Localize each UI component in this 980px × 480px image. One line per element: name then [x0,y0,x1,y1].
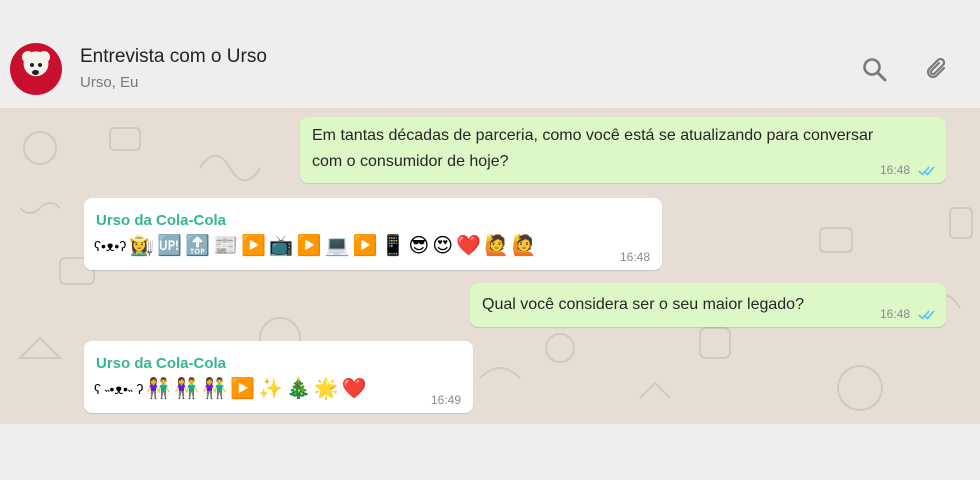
emoji: 👩‍🌾 [129,235,155,257]
emoji: 🔝 [185,235,211,257]
emoji: ❤️ [341,378,367,400]
emoji: 🌟 [313,378,339,400]
message-timestamp: 16:49 [431,393,462,407]
message-bubble-outgoing[interactable]: Qual você considera ser o seu maior lega… [470,283,946,327]
paperclip-icon[interactable] [923,56,951,84]
avatar-ear [38,51,50,63]
sender-name[interactable]: Urso da Cola-Cola [96,212,226,229]
avatar-eye [38,63,42,67]
avatar-ear [22,51,34,63]
emoji: 😎 [408,235,430,257]
emoji: 👫 [202,378,228,400]
emoji: 💻 [324,235,350,257]
emoji: 📰 [213,235,238,257]
message-text: Qual você considera ser o seu maior lega… [482,296,804,313]
double-check-icon [918,166,935,176]
avatar-eye [30,63,34,67]
double-check-icon [918,310,935,320]
emoji: 📱 [380,235,406,257]
chat-header: Entrevista com o Urso Urso, Eu [0,0,980,108]
emoji: 🙋 [511,235,537,257]
message-timestamp: 16:48 [880,163,911,177]
chat-participants: Urso, Eu [80,74,139,91]
emoji: 👫 [174,378,200,400]
avatar-nose [32,70,39,75]
sender-name[interactable]: Urso da Cola-Cola [96,355,226,372]
kaomoji-text: ʕ•ᴥ•ʔ [94,238,127,254]
emoji: ❤️ [456,235,481,257]
chat-footer [0,424,980,480]
search-icon[interactable] [861,56,889,84]
emoji: 🙋 [484,235,509,257]
polar-bear-avatar[interactable] [10,43,62,95]
chat-title[interactable]: Entrevista com o Urso [80,46,267,68]
emoji: ▶️ [230,378,256,400]
chat-area[interactable]: Em tantas décadas de parceria, como você… [0,108,980,424]
message-bubble-incoming[interactable]: Urso da Cola-Cola ʕ ˵•ᴥ•˵ ʔ 👫 👫 👫 ▶️ ✨ 🎄… [84,341,473,413]
message-text-line: com o consumidor de hoje? [312,153,509,170]
message-bubble-incoming[interactable]: Urso da Cola-Cola ʕ•ᴥ•ʔ 👩‍🌾 🆙 🔝 📰 ▶️ 📺 ▶… [84,198,662,270]
message-timestamp: 16:48 [620,250,651,264]
emoji: ▶️ [352,235,378,257]
emoji-message: ʕ ˵•ᴥ•˵ ʔ 👫 👫 👫 ▶️ ✨ 🎄 🌟 ❤️ [94,376,367,402]
message-timestamp: 16:48 [880,307,911,321]
message-bubble-outgoing[interactable]: Em tantas décadas de parceria, como você… [300,117,946,183]
emoji: 📺 [268,235,294,257]
emoji: 👫 [146,378,172,400]
kaomoji-text: ʕ ˵•ᴥ•˵ ʔ [94,381,144,397]
message-text-line: Em tantas décadas de parceria, como você… [312,127,874,144]
emoji: 🎄 [285,378,311,400]
emoji: ✨ [258,378,283,400]
emoji: 😍 [432,235,454,257]
emoji: ▶️ [240,235,266,257]
emoji: 🆙 [157,235,183,257]
emoji-message: ʕ•ᴥ•ʔ 👩‍🌾 🆙 🔝 📰 ▶️ 📺 ▶️ 💻 ▶️ 📱 😎 😍 ❤️ 🙋 … [94,233,537,259]
emoji: ▶️ [296,235,322,257]
